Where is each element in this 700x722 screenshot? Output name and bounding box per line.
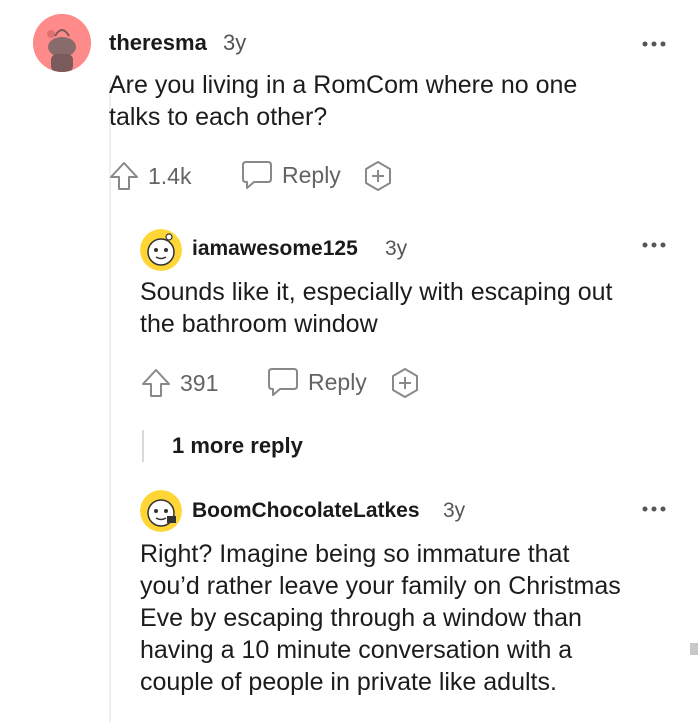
comment-age: 3y xyxy=(223,30,247,55)
avatar[interactable] xyxy=(33,14,91,72)
comment-age: 3y xyxy=(443,499,466,522)
more-dots-icon[interactable] xyxy=(641,505,667,513)
reply-label: Reply xyxy=(308,368,367,395)
comment-body: Are you living in a RomCom where no one … xyxy=(109,71,578,131)
username[interactable]: theresma xyxy=(109,30,207,56)
more-dots-icon[interactable] xyxy=(641,241,667,249)
avatar[interactable] xyxy=(140,490,182,532)
avatar[interactable] xyxy=(140,229,182,271)
comment-body: Right? Imagine being so immature that yo… xyxy=(140,540,621,696)
username[interactable]: BoomChocolateLatkes xyxy=(192,499,420,523)
reply-label: Reply xyxy=(282,161,341,188)
reply-button[interactable]: Reply xyxy=(240,159,341,191)
comment-age: 3y xyxy=(385,237,408,260)
more-replies-link[interactable]: 1 more reply xyxy=(142,430,303,462)
snoo-avatar-icon xyxy=(33,14,91,72)
username[interactable]: iamawesome125 xyxy=(192,237,358,261)
comment-body: Sounds like it, especially with escaping… xyxy=(140,278,613,338)
upvote-count: 391 xyxy=(180,369,219,396)
reply-button[interactable]: Reply xyxy=(266,366,367,398)
upvote-button[interactable]: 391 xyxy=(140,367,218,399)
upvote-arrow-icon xyxy=(110,162,138,190)
upvote-count: 1.4k xyxy=(148,162,192,189)
reply-bubble-icon xyxy=(242,161,272,189)
snoo-avatar-icon xyxy=(140,490,182,532)
award-add-icon[interactable] xyxy=(362,160,394,192)
scrollbar-thumb[interactable] xyxy=(690,643,698,655)
upvote-arrow-icon xyxy=(142,369,170,397)
snoo-avatar-icon xyxy=(140,229,182,271)
more-dots-icon[interactable] xyxy=(641,40,667,48)
award-add-icon[interactable] xyxy=(389,367,421,399)
upvote-button[interactable]: 1.4k xyxy=(108,160,191,192)
reply-bubble-icon xyxy=(268,368,298,396)
